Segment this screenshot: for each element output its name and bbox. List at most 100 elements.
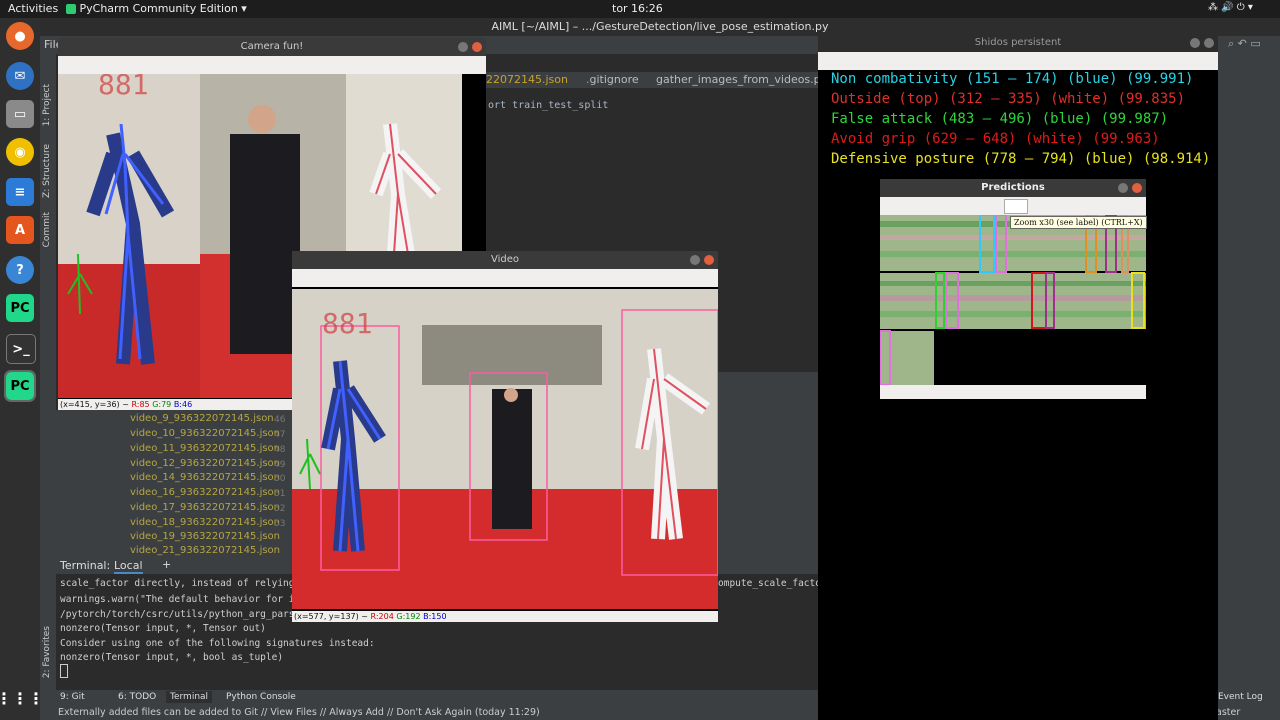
terminal-line: nonzero(Tensor input, *, bool as_tuple): [60, 652, 284, 663]
minimize-button[interactable]: [458, 42, 468, 52]
close-button[interactable]: [472, 42, 482, 52]
terminal-icon[interactable]: >_: [6, 334, 36, 364]
tool-window-strip: 1: Project Z: Structure Commit 2: Favori…: [40, 54, 56, 704]
shido-prediction: Defensive posture (778 – 794) (blue) (98…: [831, 151, 1211, 167]
tab-gather-images[interactable]: gather_images_from_videos.py: [656, 73, 827, 86]
shidos-window-title: Shidos persistent: [818, 34, 1218, 52]
pycharm-app-icon: [66, 4, 76, 14]
terminal-line-fragment: ompute_scale_factor: [718, 578, 827, 589]
list-item[interactable]: video_11_936322072145.json: [130, 443, 280, 454]
line-number: 49: [274, 460, 286, 470]
list-item[interactable]: video_9_936322072145.json: [130, 413, 274, 424]
shido-prediction: Outside (top) (312 – 335) (white) (99.83…: [831, 91, 1186, 107]
tab-terminal[interactable]: Terminal: [166, 691, 213, 703]
tab-todo[interactable]: 6: TODO: [118, 692, 156, 702]
shido-prediction: Avoid grip (629 – 648) (white) (99.963): [831, 131, 1160, 147]
line-number: 53: [274, 519, 286, 529]
video-toolbar: [292, 269, 718, 287]
video-window-title: Video: [292, 251, 718, 269]
git-branch[interactable]: aster: [1216, 707, 1240, 718]
editor-tabs: 22072145.json .gitignore gather_images_f…: [486, 72, 827, 88]
terminal-line: Consider using one of the following sign…: [60, 638, 375, 649]
video-pixel-readout: (x=577, y=137) ~ R:204 G:192 B:150: [292, 611, 718, 622]
pycharm-icon[interactable]: PC: [6, 294, 34, 322]
tab-gitignore[interactable]: .gitignore: [586, 73, 639, 86]
predictions-statusbar: [880, 385, 1146, 399]
list-item[interactable]: video_17_936322072145.json: [130, 502, 280, 513]
tab-git[interactable]: 9: Git: [60, 692, 85, 702]
structure-tool-tab[interactable]: Z: Structure: [42, 144, 52, 198]
writer-icon[interactable]: ≡: [6, 178, 34, 206]
code-line: ort train_test_split: [488, 100, 609, 111]
frame-number: 881: [98, 74, 149, 101]
system-tray-icons[interactable]: ⁂ 🔊 ⏻ ▾: [1208, 2, 1253, 13]
activities-button[interactable]: Activities: [8, 2, 58, 15]
zoom-tooltip: Zoom x30 (see label) (CTRL+X): [1010, 216, 1147, 229]
close-button[interactable]: [704, 255, 714, 265]
list-item[interactable]: video_21_936322072145.json: [130, 545, 280, 556]
line-number: 52: [274, 504, 286, 514]
code-editor[interactable]: ort train_test_split: [486, 88, 818, 248]
minimize-button[interactable]: [1190, 38, 1200, 48]
clock[interactable]: tor 16:26: [612, 2, 663, 15]
terminal-line: scale_factor directly, instead of relyin…: [60, 578, 312, 589]
system-top-bar: Activities PyCharm Community Edition ▾ t…: [0, 0, 1280, 18]
event-log-button[interactable]: Event Log: [1218, 692, 1263, 702]
right-side-panel: [1218, 54, 1280, 690]
diff-panel: [718, 372, 818, 558]
list-item[interactable]: video_12_936322072145.json: [130, 458, 280, 469]
firefox-icon[interactable]: ●: [6, 22, 34, 50]
status-message[interactable]: Externally added files can be added to G…: [58, 707, 540, 718]
list-item[interactable]: video_19_936322072145.json: [130, 531, 280, 542]
terminal-cursor: [60, 664, 68, 678]
predictions-toolbar: [880, 197, 1146, 215]
minimize-button[interactable]: [1118, 183, 1128, 193]
rhythmbox-icon[interactable]: ◉: [6, 138, 34, 166]
pycharm-active-icon[interactable]: PC: [4, 370, 36, 402]
line-number: 50: [274, 474, 286, 484]
shido-prediction: Non combativity (151 – 174) (blue) (99.9…: [831, 71, 1194, 87]
project-tool-tab[interactable]: 1: Project: [42, 84, 52, 126]
video-window[interactable]: Video 881 (x=577, y=137) ~ R:204 G:192 B…: [292, 251, 718, 622]
line-number: 51: [274, 489, 286, 499]
line-number: 46: [274, 415, 286, 425]
terminal-line: nonzero(Tensor input, *, Tensor out): [60, 623, 266, 634]
tab-json[interactable]: 22072145.json: [486, 73, 568, 86]
files-icon[interactable]: ▭: [6, 100, 34, 128]
prediction-strips-svg: [879, 214, 1146, 386]
close-button[interactable]: [1132, 183, 1142, 193]
camera-window-title: Camera fun!: [58, 38, 486, 56]
video-image: 881: [292, 289, 718, 609]
predictions-heatmap: [879, 214, 1146, 386]
list-item[interactable]: video_10_936322072145.json: [130, 428, 280, 439]
camera-toolbar: [58, 56, 486, 74]
software-center-icon[interactable]: A: [6, 216, 34, 244]
zoom-button[interactable]: [1004, 199, 1028, 214]
app-menu[interactable]: PyCharm Community Edition ▾: [66, 2, 247, 15]
terminal-label: Terminal:: [60, 559, 111, 572]
list-item[interactable]: video_14_936322072145.json: [130, 472, 280, 483]
terminal-tab-local[interactable]: Local: [114, 559, 143, 574]
close-button[interactable]: [1204, 38, 1214, 48]
commit-tool-tab[interactable]: Commit: [42, 212, 52, 247]
predictions-window-title: Predictions: [880, 179, 1146, 197]
line-number: 47: [274, 430, 286, 440]
list-item[interactable]: video_18_936322072145.json: [130, 517, 280, 528]
shido-prediction: False attack (483 – 496) (blue) (99.987): [831, 111, 1169, 127]
add-terminal-button[interactable]: +: [162, 558, 171, 571]
predictions-window[interactable]: Predictions Zoom x30 (see label) (CTRL+X…: [879, 179, 1147, 399]
minimize-button[interactable]: [690, 255, 700, 265]
terminal-line: warnings.warn("The default behavior for …: [60, 594, 301, 605]
app-grid-icon[interactable]: ⋮⋮⋮: [0, 684, 44, 712]
frame-number: 881: [322, 307, 373, 340]
terminal-line: /pytorch/torch/csrc/utils/python_arg_par…: [60, 609, 312, 620]
thunderbird-icon[interactable]: ✉: [6, 62, 34, 90]
toolbar-icons[interactable]: ⌕ ↶ ▭: [1228, 37, 1261, 51]
line-number: 48: [274, 445, 286, 455]
dock: ● ✉ ▭ ◉ ≡ A ? PC >_ PC ⋮⋮⋮: [0, 18, 44, 720]
shidos-toolbar: [818, 52, 1218, 70]
favorites-tool-tab[interactable]: 2: Favorites: [42, 626, 52, 678]
tab-python-console[interactable]: Python Console: [226, 692, 296, 702]
list-item[interactable]: video_16_936322072145.json: [130, 487, 280, 498]
help-icon[interactable]: ?: [6, 256, 34, 284]
